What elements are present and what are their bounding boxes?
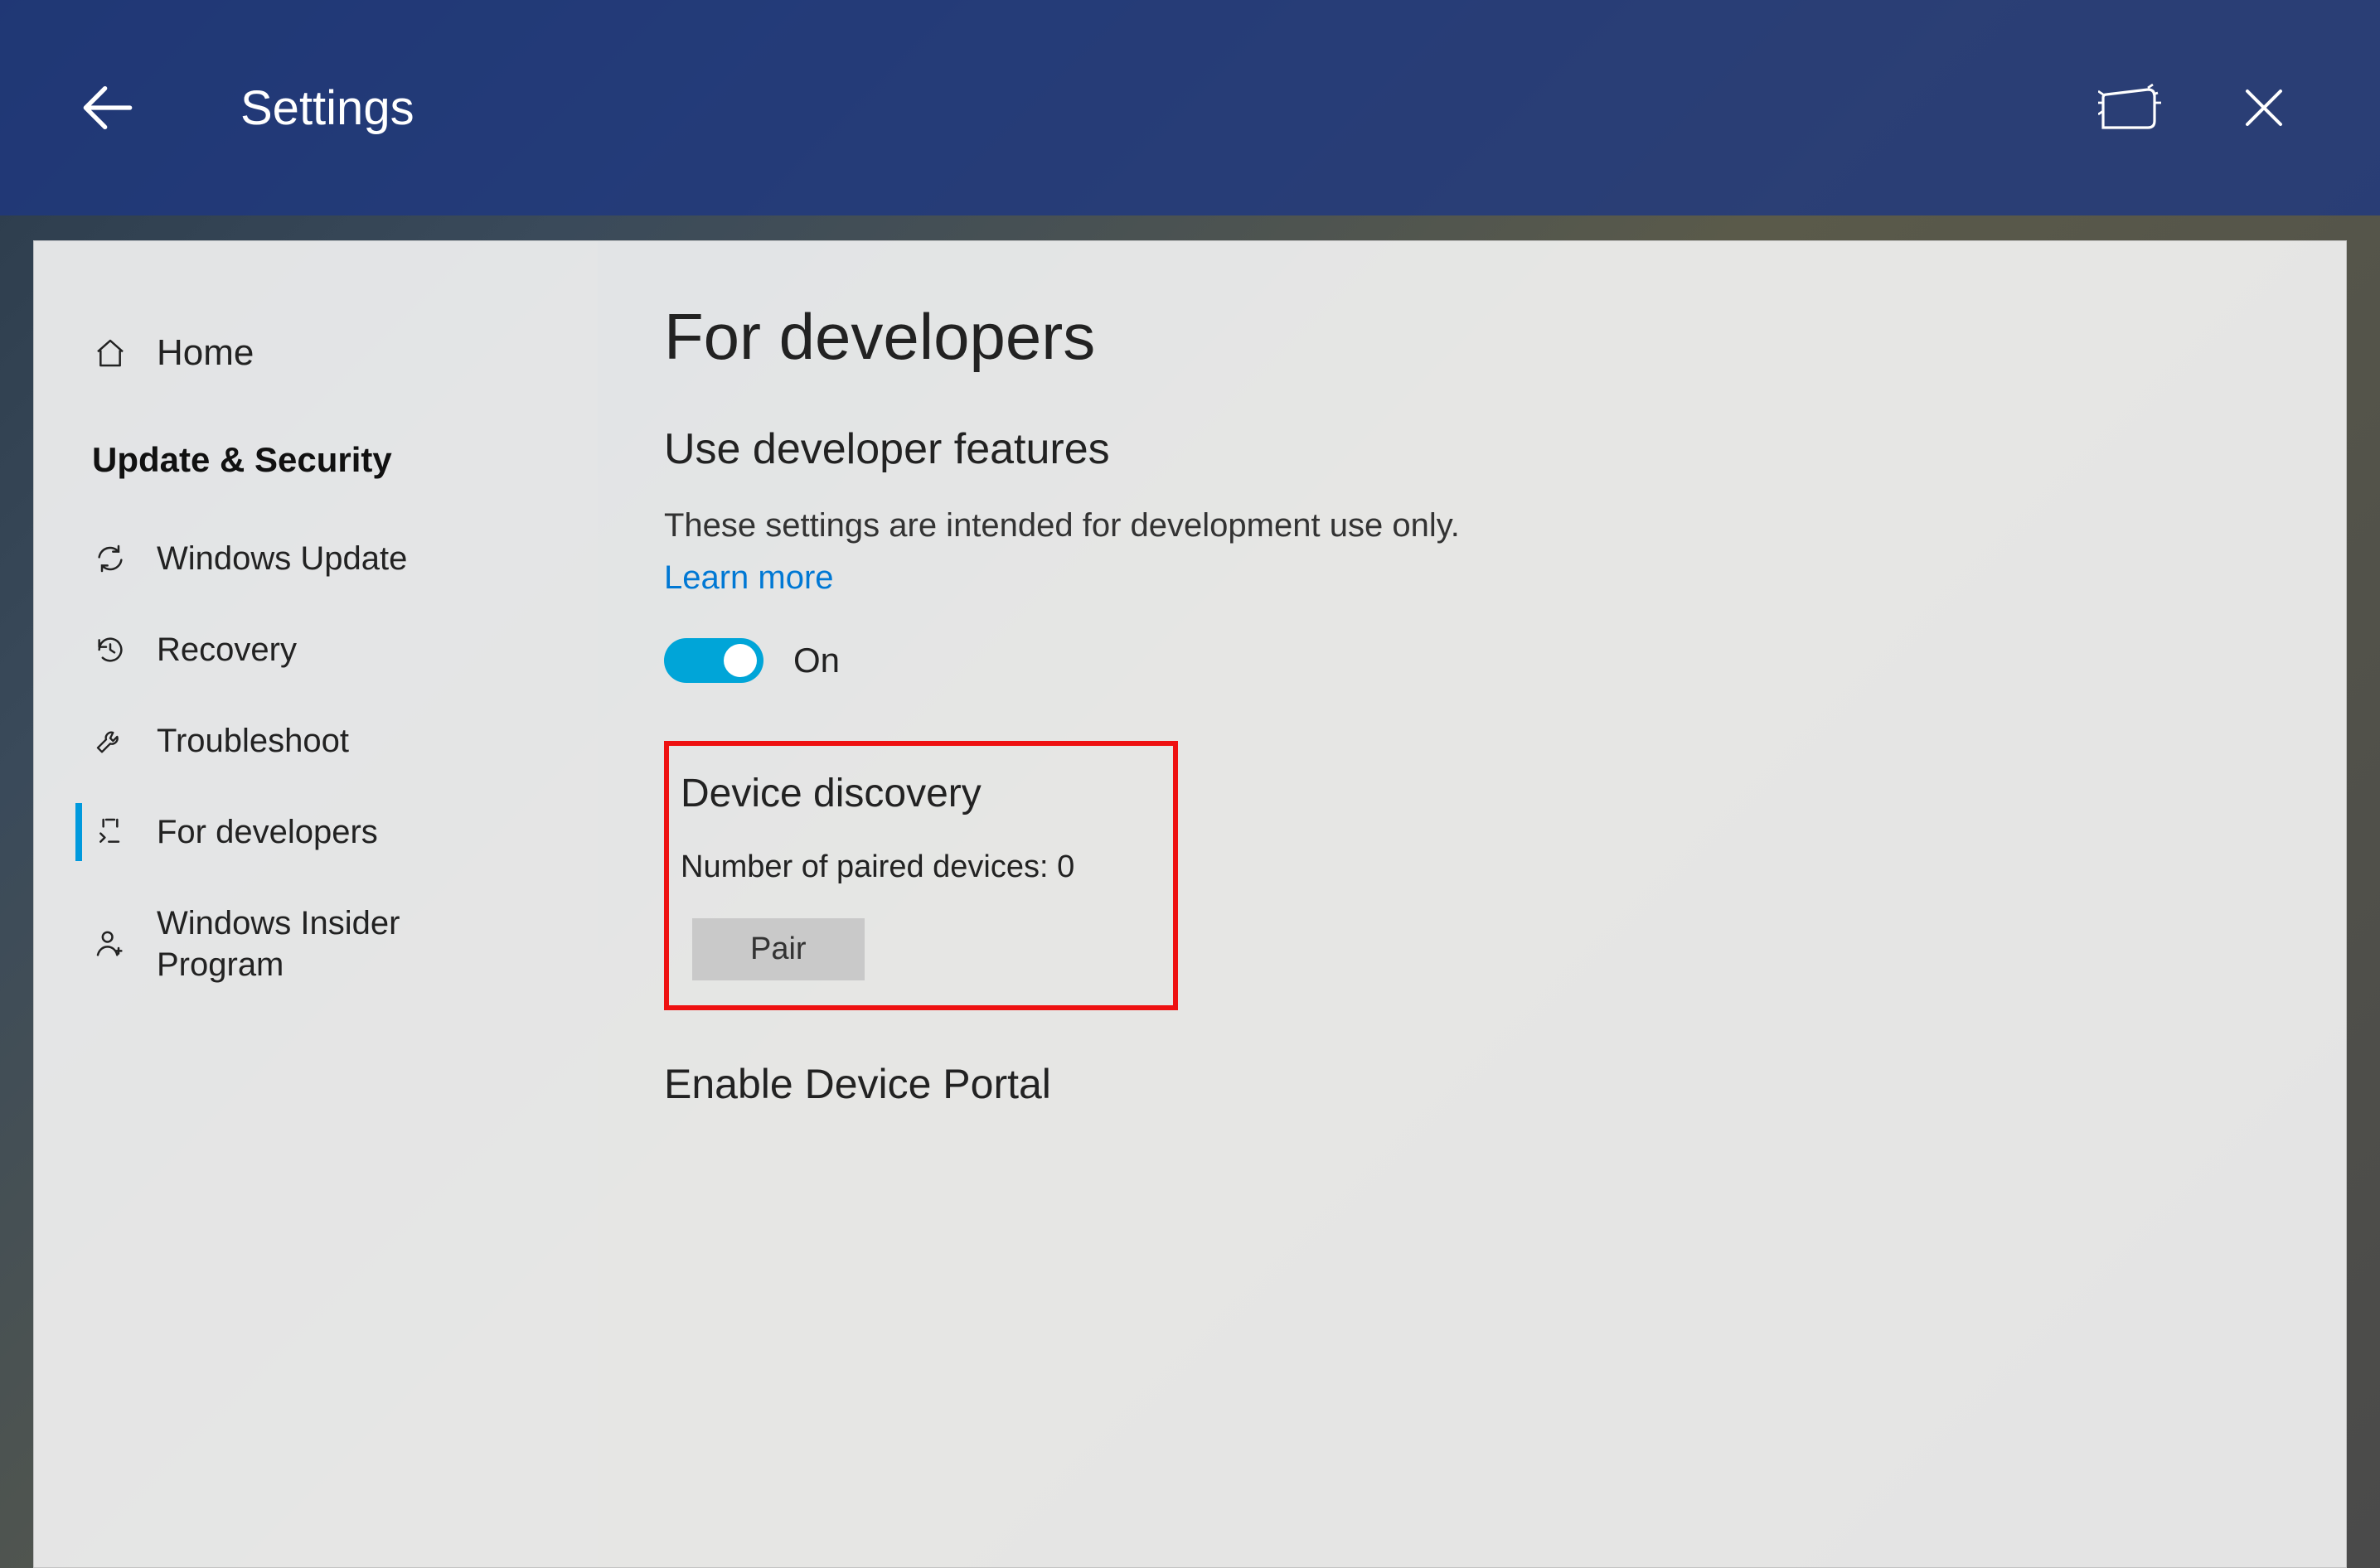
person-icon — [92, 926, 128, 962]
dev-features-toggle[interactable] — [664, 638, 763, 683]
toggle-knob — [724, 644, 757, 677]
follow-me-button[interactable] — [2082, 58, 2181, 157]
close-icon — [2239, 83, 2289, 133]
sync-icon — [92, 540, 128, 577]
paired-devices-label: Number of paired devices: — [681, 849, 1049, 884]
sidebar-item-label: Windows Update — [157, 538, 407, 579]
sidebar-home[interactable]: Home — [34, 316, 598, 390]
enable-device-portal-heading: Enable Device Portal — [664, 1060, 2280, 1108]
sidebar-item-windows-update[interactable]: Windows Update — [34, 513, 598, 604]
sidebar-section-header: Update & Security — [34, 390, 598, 513]
learn-more-link[interactable]: Learn more — [664, 559, 834, 597]
sidebar: Home Update & Security Windows Update Re… — [34, 241, 598, 1567]
sidebar-item-troubleshoot[interactable]: Troubleshoot — [34, 695, 598, 786]
window-title: Settings — [240, 80, 414, 136]
use-dev-features-desc: These settings are intended for developm… — [664, 507, 2280, 544]
paired-devices-count: 0 — [1057, 849, 1074, 884]
history-icon — [92, 632, 128, 668]
pair-button[interactable]: Pair — [692, 918, 865, 980]
content-pane: For developers Use developer features Th… — [598, 241, 2346, 1567]
sidebar-home-label: Home — [157, 332, 254, 374]
page-title: For developers — [664, 299, 2280, 375]
home-icon — [92, 335, 128, 371]
settings-window: Home Update & Security Windows Update Re… — [33, 240, 2347, 1568]
dev-features-toggle-row: On — [664, 638, 2280, 683]
back-button[interactable] — [58, 58, 158, 157]
toggle-state-label: On — [793, 641, 840, 680]
sidebar-item-label: Recovery — [157, 629, 297, 670]
titlebar: Settings — [0, 0, 2380, 215]
back-arrow-icon — [75, 75, 141, 141]
devtools-icon — [92, 814, 128, 850]
device-discovery-heading: Device discovery — [681, 771, 1156, 816]
window-follow-icon — [2098, 80, 2164, 135]
device-discovery-section: Device discovery Number of paired device… — [664, 741, 1178, 1010]
sidebar-item-label: Windows Insider Program — [157, 903, 472, 985]
sidebar-item-for-developers[interactable]: For developers — [34, 786, 598, 878]
close-button[interactable] — [2214, 58, 2314, 157]
paired-devices-line: Number of paired devices: 0 — [681, 849, 1156, 885]
sidebar-item-recovery[interactable]: Recovery — [34, 604, 598, 695]
sidebar-item-windows-insider[interactable]: Windows Insider Program — [34, 878, 598, 1010]
use-dev-features-heading: Use developer features — [664, 424, 2280, 474]
wrench-icon — [92, 723, 128, 759]
sidebar-item-label: For developers — [157, 811, 378, 853]
sidebar-item-label: Troubleshoot — [157, 720, 349, 762]
